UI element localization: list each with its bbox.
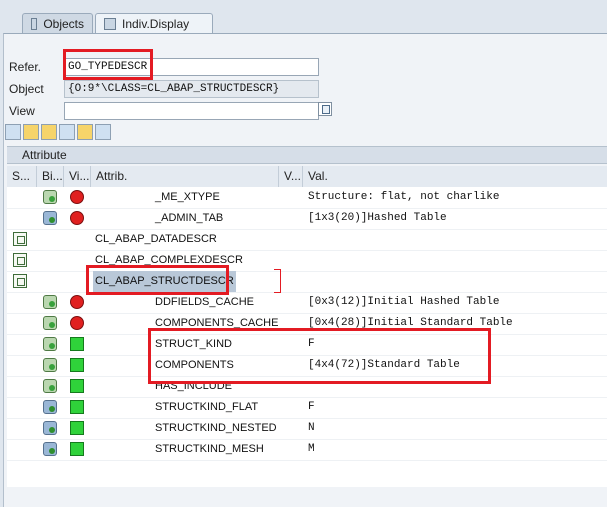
constant-object-icon [43,400,57,414]
fields-highlight-box [148,328,491,384]
tab-bar: Objects Indiv.Display [0,0,607,33]
table-row[interactable]: STRUCTKIND_FLAT F [7,397,607,419]
col-val[interactable]: Val. [303,166,607,187]
public-visibility-icon [70,442,84,456]
view-value-help-button[interactable] [318,102,332,116]
attribute-section-header: Attribute [7,146,607,164]
constant-object-icon [43,442,57,456]
pin-icon[interactable] [5,124,21,140]
class-icon [13,253,27,267]
class-icon [13,274,27,288]
nav-icon[interactable] [59,124,75,140]
class-name: CL_ABAP_DATADESCR [95,233,217,245]
attribute-value: F [308,401,315,413]
table-row[interactable]: _ME_XTYPE Structure: flat, not charlike [7,187,607,209]
attribute-object-icon [43,211,57,225]
table-row[interactable]: DDFIELDS_CACHE [0x3(12)]Initial Hashed T… [7,292,607,314]
filter-icon[interactable] [95,124,111,140]
toolbar [5,124,111,142]
attribute-object-icon [43,190,57,204]
public-visibility-icon [70,379,84,393]
refresh-icon[interactable] [23,124,39,140]
attribute-value: [1x3(20)]Hashed Table [308,212,447,224]
attribute-name: STRUCTKIND_MESH [155,443,264,455]
public-visibility-icon [70,421,84,435]
class-highlight-box [86,265,229,295]
object-label: Object [9,82,44,96]
objects-icon [31,17,38,30]
tab-indiv-display[interactable]: Indiv.Display [95,13,213,33]
public-visibility-icon [70,400,84,414]
refer-row: Refer. GO_TYPEDESCR [9,57,319,77]
col-s[interactable]: S... [7,166,37,187]
refer-highlight-box [63,49,153,80]
public-visibility-icon [70,358,84,372]
expand-icon[interactable] [41,124,57,140]
attribute-name: _ADMIN_TAB [155,212,224,224]
col-v[interactable]: V... [279,166,303,187]
attribute-value: N [308,422,315,434]
tree-icon[interactable] [77,124,93,140]
tab-objects-label: Objects [43,16,84,31]
table-header: S... Bi... Vi... Attrib. V... Val. [7,166,607,188]
attribute-value: [0x3(12)]Initial Hashed Table [308,296,500,308]
attribute-object-icon [43,295,57,309]
table-row[interactable]: STRUCTKIND_NESTED N [7,418,607,440]
table-row[interactable]: STRUCTKIND_MESH M [7,439,607,461]
refer-label: Refer. [9,60,42,74]
private-visibility-icon [70,295,84,309]
view-row: View [9,101,319,121]
col-attrib[interactable]: Attrib. [91,166,279,187]
private-visibility-icon [70,211,84,225]
private-visibility-icon [70,190,84,204]
attribute-value: M [308,443,315,455]
table-row[interactable]: _ADMIN_TAB [1x3(20)]Hashed Table [7,208,607,230]
attribute-object-icon [43,358,57,372]
object-field: {O:9*\CLASS=CL_ABAP_STRUCTDESCR} [64,80,319,98]
tab-objects[interactable]: Objects [22,13,93,33]
view-input[interactable] [64,102,319,120]
attribute-name: _ME_XTYPE [155,191,220,203]
attribute-name: STRUCTKIND_NESTED [155,422,277,434]
col-bi[interactable]: Bi... [37,166,64,187]
constant-object-icon [43,421,57,435]
display-icon [104,17,116,30]
attribute-object-icon [43,337,57,351]
public-visibility-icon [70,337,84,351]
view-label: View [9,104,35,118]
attribute-object-icon [43,379,57,393]
attribute-value: Structure: flat, not charlike [308,191,500,203]
tab-indiv-display-label: Indiv.Display [122,16,190,31]
object-row: Object {O:9*\CLASS=CL_ABAP_STRUCTDESCR} [9,79,319,99]
table-row[interactable]: CL_ABAP_DATADESCR [7,229,607,251]
attribute-section-title: Attribute [22,148,67,162]
class-icon [13,232,27,246]
attribute-object-icon [43,316,57,330]
class-highlight-bracket [274,269,281,293]
attribute-name: DDFIELDS_CACHE [155,296,255,308]
private-visibility-icon [70,316,84,330]
attribute-name: STRUCTKIND_FLAT [155,401,259,413]
col-vi[interactable]: Vi... [64,166,91,187]
